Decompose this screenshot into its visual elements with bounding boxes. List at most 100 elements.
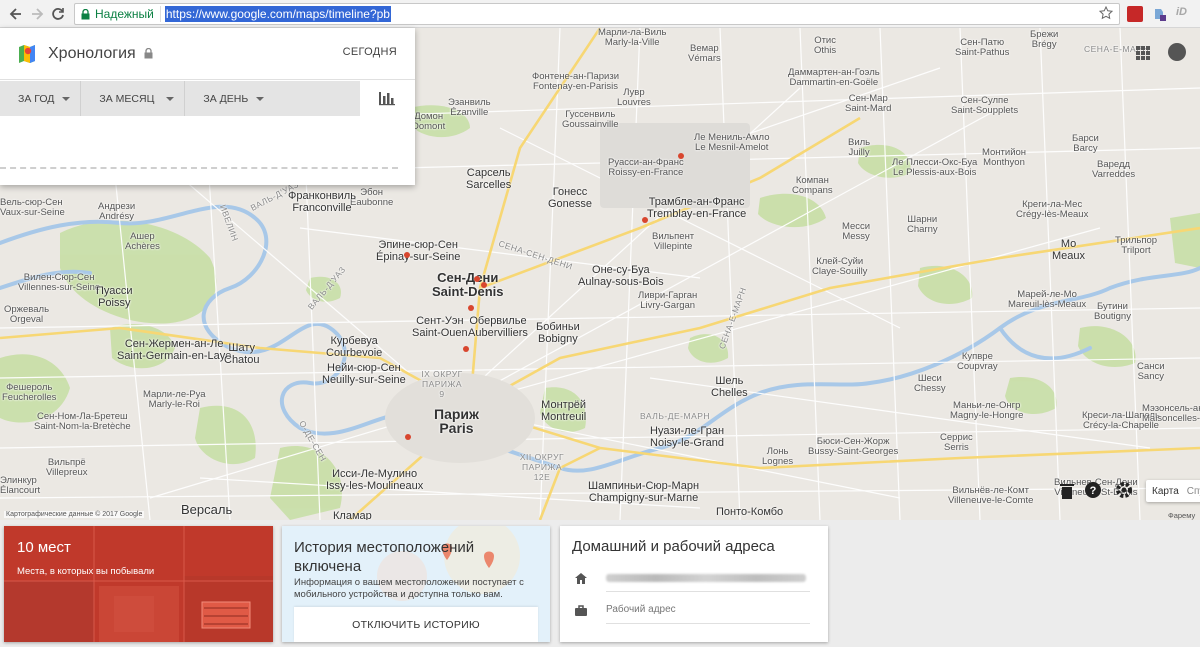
extension-badge-icon[interactable]: [1151, 6, 1167, 22]
extension-icon[interactable]: [1127, 6, 1143, 22]
notifications-icon[interactable]: [1168, 43, 1186, 61]
place-label: Месси Messy: [842, 221, 871, 242]
place-marker[interactable]: [642, 217, 648, 223]
reload-icon: [52, 8, 64, 20]
place-label: Нуази-ле-Гран Noisy-le-Grand: [650, 425, 725, 449]
place-label: Маньи-ле-Онгр Magny-le-Hongre: [950, 400, 1024, 421]
back-button[interactable]: [6, 4, 26, 24]
place-marker[interactable]: [481, 282, 487, 288]
place-label: Купвре Coupvray: [957, 351, 998, 372]
place-label: Эзанвиль Ézanville: [448, 97, 491, 118]
place-label: Марей-ле-Мо Mareuil-lès-Meaux: [1008, 289, 1087, 310]
home-address-row[interactable]: [574, 564, 814, 592]
place-marker[interactable]: [468, 305, 474, 311]
place-label: Лонь Lognes: [762, 446, 794, 467]
place-label: Оне-су-Буа Aulnay-sous-Bois: [578, 264, 664, 288]
place-label: Барси Barcy: [1072, 133, 1099, 154]
place-label: Эбон Eaubonne: [350, 187, 394, 208]
place-label: Гонесс Gonesse: [548, 186, 593, 210]
city-label-paris: Париж Paris: [434, 406, 479, 436]
place-label: Руасси-ан-Франс Roissy-en-France: [608, 157, 684, 178]
map-type-label[interactable]: Карта: [1152, 486, 1179, 497]
timeline-header: Хронология СЕГОДНЯ: [0, 28, 415, 80]
settings-gear-icon[interactable]: [1115, 481, 1133, 499]
place-marker[interactable]: [463, 346, 469, 352]
place-label: Вемар Vémars: [688, 43, 721, 64]
place-label: Сен-Сулпе Saint-Soupplets: [951, 95, 1019, 116]
browser-toolbar: Надежный https://www.google.com/maps/tim…: [0, 0, 1200, 28]
place-label: Шампиньи-Сюр-Марн Champigny-sur-Marne: [588, 480, 700, 504]
extension-id-icon[interactable]: iD: [1176, 6, 1192, 22]
places-card[interactable]: 10 мест Места, в которых вы побывали: [4, 526, 273, 642]
places-subtitle: Места, в которых вы побывали: [17, 566, 155, 577]
place-label: Вильнёв-ле-Комт Villeneuve-le-Comte: [948, 485, 1034, 506]
place-label: Компан Compans: [792, 175, 833, 196]
filter-day[interactable]: ЗА ДЕНЬ: [185, 81, 274, 116]
place-label: Отис Othis: [814, 35, 837, 56]
place-label: Монтийон Monthyon: [982, 147, 1027, 168]
place-label: Монтрёй Montreuil: [541, 399, 587, 423]
place-label: Шеси Chessy: [914, 373, 946, 394]
timeline-filters: ЗА ГОД ЗА МЕСЯЦ ЗА ДЕНЬ: [0, 81, 360, 116]
back-arrow-icon: [9, 8, 21, 20]
corner-place-label: Фарему: [1168, 511, 1196, 520]
forward-button[interactable]: [27, 4, 47, 24]
place-label: Даммартен-ан-Гоэль Dammartin-en-Goële: [788, 67, 880, 88]
place-marker[interactable]: [678, 153, 684, 159]
place-label: Бобиньи Bobigny: [536, 321, 580, 345]
address-bar[interactable]: Надежный https://www.google.com/maps/tim…: [74, 3, 1120, 25]
url-text[interactable]: https://www.google.com/maps/timeline?pb: [164, 6, 391, 22]
home-address-value[interactable]: [606, 564, 810, 592]
place-label: Ашер Achères: [125, 231, 160, 252]
disable-history-button[interactable]: ОТКЛЮЧИТЬ ИСТОРИЮ: [294, 607, 538, 642]
timeline-title: Хронология: [48, 44, 136, 62]
history-description: Информация о вашем местоположении поступ…: [294, 577, 524, 600]
place-label: Вильпент Villepinte: [652, 231, 695, 252]
place-label: Эпине-сюр-Сен Épinay-sur-Seine: [376, 239, 461, 263]
redacted-address: [606, 573, 806, 582]
location-history-card: История местоположений включена Информац…: [282, 526, 550, 642]
delete-icon[interactable]: [1058, 482, 1076, 500]
place-label: Ле Плесси-Окс-Буа Le Plessis-aux-Bois: [892, 157, 978, 178]
place-label: Бутини Boutigny: [1094, 301, 1131, 322]
secure-indicator[interactable]: Надежный: [75, 6, 161, 22]
help-icon[interactable]: ?: [1084, 481, 1102, 499]
secure-label: Надежный: [95, 7, 154, 21]
place-label: Нейи-сюр-Сен Neuilly-sur-Seine: [322, 362, 406, 386]
privacy-lock-icon: [144, 48, 153, 59]
place-marker[interactable]: [405, 434, 411, 440]
today-button[interactable]: СЕГОДНЯ: [343, 46, 397, 58]
home-work-title: Домашний и рабочий адреса: [572, 538, 775, 555]
reload-button[interactable]: [48, 4, 68, 24]
satellite-label[interactable]: Спу: [1187, 486, 1200, 497]
place-label: Пуасси Poissy: [96, 285, 133, 309]
place-marker[interactable]: [404, 252, 410, 258]
place-label: Ливри-Гарган Livry-Gargan: [638, 290, 698, 311]
area-label: ВАЛЬ-ДЕ-МАРН: [640, 411, 711, 421]
filter-year[interactable]: ЗА ГОД: [0, 81, 82, 116]
place-label: Элинкур Élancourt: [0, 475, 41, 496]
google-maps-logo-icon: [19, 44, 35, 63]
place-marker[interactable]: [474, 276, 480, 282]
bookmark-star-icon[interactable]: [1099, 6, 1113, 20]
place-label: Трильпор Trilport: [1115, 235, 1158, 256]
place-label: Брежи Brégy: [1030, 29, 1059, 50]
map-type-toggle[interactable]: Карта Спу: [1146, 480, 1200, 502]
timeline-bar-placeholder: [0, 167, 398, 169]
place-label: Вилен-Сюр-Сен Villennes-sur-Seine: [18, 272, 101, 293]
place-label: Ле Мениль-Амло Le Mesnil-Amelot: [694, 132, 770, 153]
place-label: Серрис Serris: [940, 432, 973, 453]
filter-month[interactable]: ЗА МЕСЯЦ: [81, 81, 186, 116]
place-label: Сен-Дени Saint-Denis: [432, 270, 504, 299]
work-address-field[interactable]: Рабочий адрес: [606, 596, 810, 624]
work-address-row[interactable]: Рабочий адрес: [574, 596, 814, 624]
bottom-cards-strip: 10 мест Места, в которых вы побывали Ист…: [0, 520, 1200, 647]
home-work-card: Домашний и рабочий адреса Рабочий адрес: [560, 526, 828, 642]
apps-grid-icon[interactable]: [1136, 46, 1150, 60]
place-label: Гуссенвиль Goussainville: [562, 109, 619, 130]
bar-chart-icon[interactable]: [378, 90, 396, 106]
chevron-down-icon: [256, 96, 265, 101]
forward-arrow-icon: [32, 8, 44, 20]
place-label: Сарсель Sarcelles: [466, 167, 512, 191]
place-label: Оржеваль Orgeval: [4, 304, 50, 325]
